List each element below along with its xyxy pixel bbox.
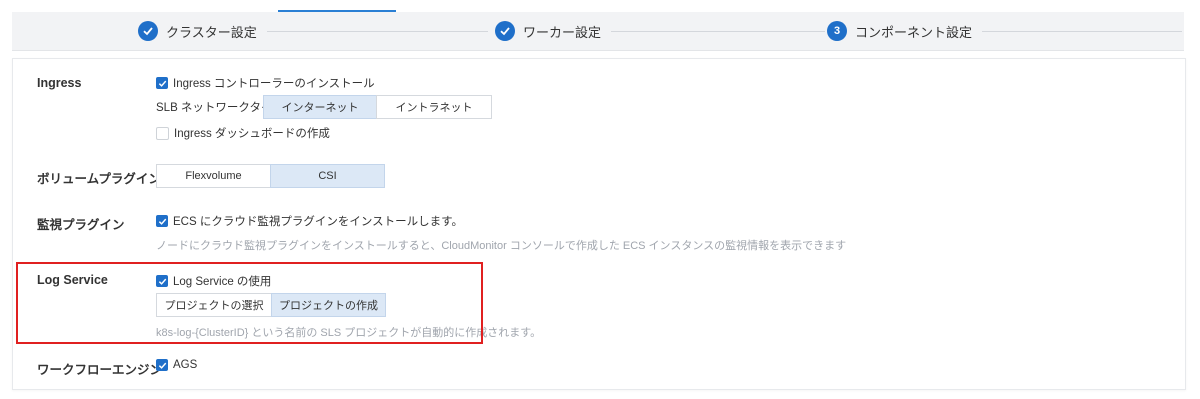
ags-checkbox[interactable]: AGS bbox=[156, 359, 197, 371]
monitoring-install-checkbox[interactable]: ECS にクラウド監視プラグインをインストールします。 bbox=[156, 213, 463, 229]
volume-plugin-label: ボリュームプラグイン bbox=[37, 172, 161, 186]
step-connector bbox=[982, 30, 1182, 32]
ingress-install-label: Ingress コントローラーのインストール bbox=[173, 78, 375, 90]
log-service-highlight-box bbox=[16, 262, 483, 344]
step-worker-settings[interactable]: ワーカー設定 bbox=[495, 12, 825, 50]
workflow-engine-label: ワークフローエンジン bbox=[37, 363, 163, 377]
checkbox-checked-icon bbox=[156, 359, 168, 371]
ingress-label: Ingress bbox=[37, 76, 82, 90]
step-number-badge: 3 bbox=[827, 21, 847, 41]
monitoring-hint: ノードにクラウド監視プラグインをインストールすると、CloudMonitor コ… bbox=[156, 240, 847, 252]
volume-option-csi[interactable]: CSI bbox=[270, 164, 385, 188]
step-connector bbox=[611, 30, 825, 32]
step-component-settings[interactable]: 3 コンポーネント設定 bbox=[827, 12, 1182, 50]
checkbox-checked-icon bbox=[156, 77, 168, 89]
step-label: ワーカー設定 bbox=[523, 24, 602, 40]
ags-label: AGS bbox=[173, 359, 198, 371]
check-circle-icon bbox=[495, 21, 515, 41]
step-cluster-settings[interactable]: クラスター設定 bbox=[138, 12, 488, 50]
step-connector bbox=[266, 30, 488, 32]
checkbox-checked-icon bbox=[156, 215, 168, 227]
volume-plugin-selector: Flexvolume CSI bbox=[156, 164, 385, 188]
step-label: クラスター設定 bbox=[166, 24, 257, 40]
ingress-dashboard-checkbox[interactable]: Ingress ダッシュボードの作成 bbox=[156, 125, 330, 141]
ingress-install-checkbox[interactable]: Ingress コントローラーのインストール bbox=[156, 75, 375, 91]
volume-option-flexvolume[interactable]: Flexvolume bbox=[156, 164, 271, 188]
checkbox-unchecked-icon bbox=[156, 126, 169, 140]
slb-network-type-selector: インターネット イントラネット bbox=[263, 95, 492, 119]
slb-option-internet[interactable]: インターネット bbox=[263, 95, 377, 119]
check-circle-icon bbox=[138, 21, 158, 41]
ingress-dashboard-label: Ingress ダッシュボードの作成 bbox=[174, 128, 330, 140]
step-bar: クラスター設定 ワーカー設定 3 コンポーネント設定 bbox=[12, 10, 1184, 51]
slb-option-intranet[interactable]: イントラネット bbox=[376, 95, 492, 119]
monitoring-plugin-label: 監視プラグイン bbox=[37, 218, 125, 232]
monitoring-install-label: ECS にクラウド監視プラグインをインストールします。 bbox=[173, 216, 463, 228]
step-label: コンポーネント設定 bbox=[855, 24, 973, 40]
